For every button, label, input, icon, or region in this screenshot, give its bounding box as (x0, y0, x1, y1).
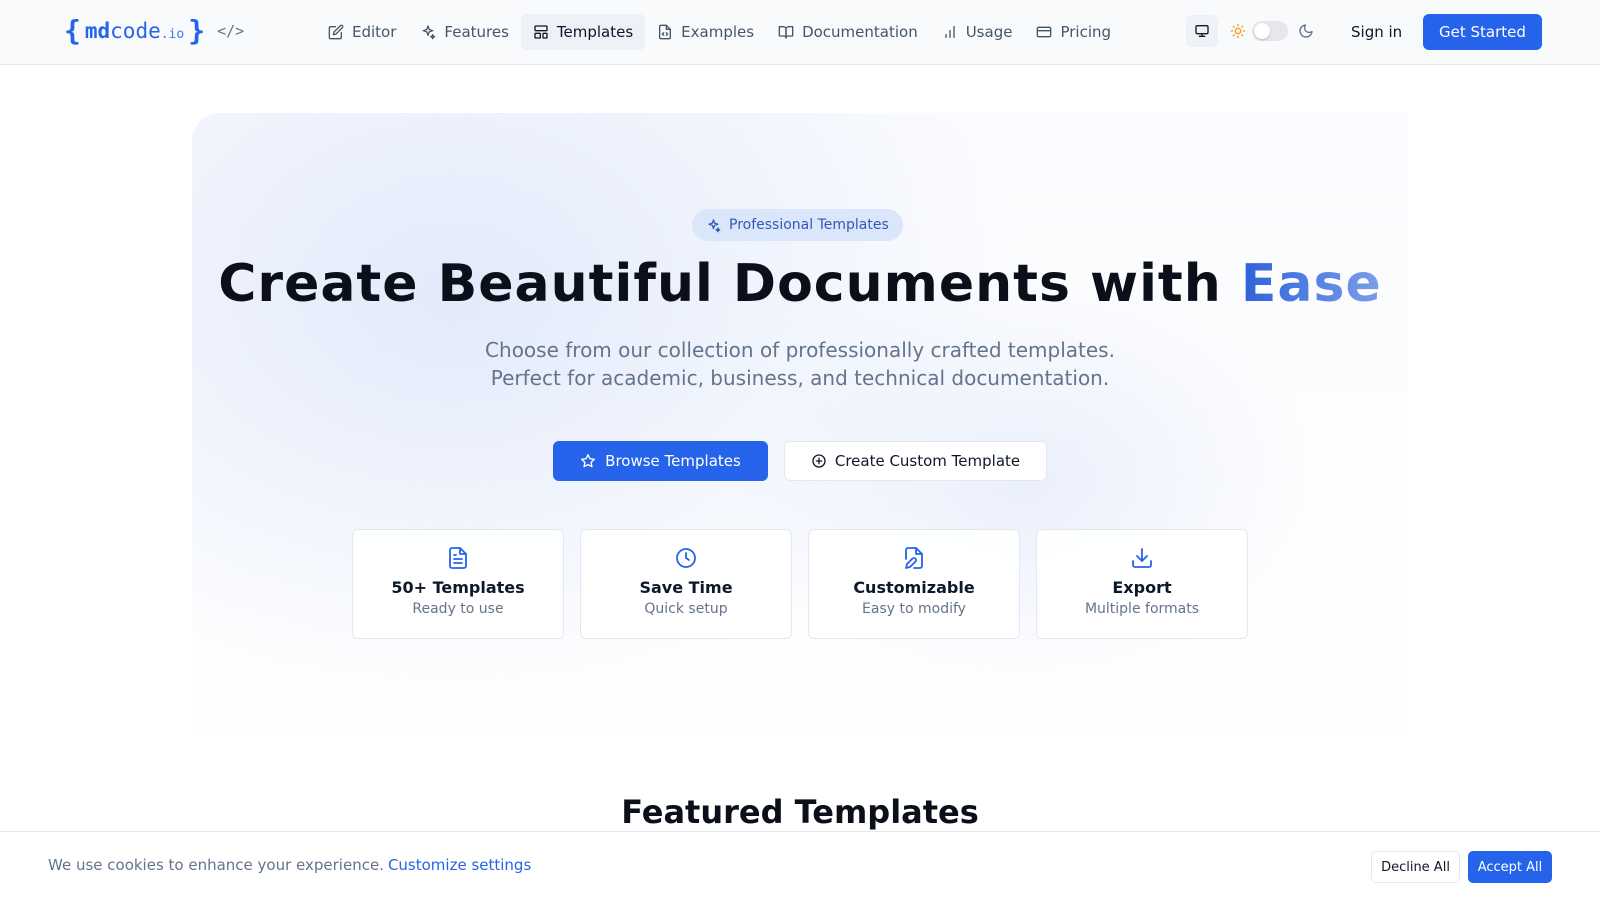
hero-title-main: Create Beautiful Documents with (218, 254, 1241, 314)
system-theme-button[interactable] (1186, 15, 1218, 47)
cookie-message-text: We use cookies to enhance your experienc… (48, 856, 384, 874)
nav-item-examples[interactable]: Examples (645, 14, 766, 50)
book-open-icon (778, 26, 794, 39)
create-custom-template-button[interactable]: Create Custom Template (784, 441, 1047, 481)
hero-subtitle-line-1: Choose from our collection of profession… (485, 338, 1115, 362)
customize-settings-link[interactable]: Customize settings (388, 856, 531, 874)
file-edit-icon (905, 547, 923, 569)
file-code-icon (659, 24, 672, 40)
feature-card-subtitle: Ready to use (412, 601, 504, 617)
sparkles-icon (423, 25, 436, 40)
logo-open-brace: { (64, 14, 81, 47)
feature-card-subtitle: Easy to modify (862, 601, 966, 617)
logo-code-tag: </> (217, 22, 245, 40)
sparkles-icon (708, 218, 721, 232)
pencil-square-icon (328, 24, 344, 40)
cookie-banner: We use cookies to enhance your experienc… (0, 831, 1600, 900)
clock-icon (676, 548, 696, 568)
nav-item-label: Examples (681, 23, 755, 41)
monitor-icon (1195, 24, 1209, 37)
feature-card-subtitle: Multiple formats (1084, 601, 1200, 617)
nav-item-templates[interactable]: Templates (520, 14, 646, 50)
nav-item-label: Features (444, 23, 509, 41)
hero-subtitle: Choose from our collection of profession… (0, 336, 1600, 392)
nav-item-label: Documentation (802, 23, 918, 41)
hero-title: Create Beautiful Documents with Ease (0, 254, 1600, 314)
decline-all-button[interactable]: Decline All (1371, 851, 1460, 883)
site-logo[interactable]: { md code .io } </> (64, 14, 244, 48)
nav-item-usage[interactable]: Usage (930, 14, 1025, 50)
layout-icon (534, 25, 548, 39)
download-icon (1132, 548, 1152, 568)
feature-card-title: 50+ Templates (391, 578, 525, 597)
toggle-knob (1254, 23, 1270, 39)
theme-controls (1186, 15, 1314, 47)
feature-card-title: Export (1112, 578, 1172, 597)
nav-item-label: Editor (352, 23, 397, 41)
hero-background (192, 113, 1408, 735)
browse-templates-button[interactable]: Browse Templates (553, 441, 768, 481)
nav-item-label: Pricing (1060, 23, 1112, 41)
browse-templates-label: Browse Templates (605, 452, 741, 470)
badge-label: Professional Templates (729, 217, 889, 233)
feature-card-title: Customizable (853, 578, 975, 597)
logo-code: code (110, 19, 161, 43)
star-icon (581, 454, 596, 468)
plus-circle-icon (812, 454, 826, 468)
top-navbar: { md code .io } </> Editor Features Temp… (0, 0, 1600, 65)
logo-close-brace: } (188, 14, 206, 47)
sun-icon (1230, 23, 1246, 39)
feature-card-title: Save Time (639, 578, 733, 597)
accept-all-button[interactable]: Accept All (1468, 851, 1552, 883)
nav-item-label: Templates (556, 23, 634, 41)
nav-item-editor[interactable]: Editor (316, 14, 408, 50)
nav-item-features[interactable]: Features (408, 14, 521, 50)
get-started-button[interactable]: Get Started (1423, 14, 1542, 50)
dark-mode-toggle[interactable] (1252, 21, 1288, 41)
feature-card-subtitle: Quick setup (644, 601, 728, 617)
moon-icon (1298, 23, 1314, 39)
nav-item-label: Usage (965, 23, 1013, 41)
feature-card-customizable: Customizable Easy to modify (808, 529, 1020, 639)
feature-card-export: Export Multiple formats (1036, 529, 1248, 639)
sign-in-button[interactable]: Sign in (1339, 14, 1414, 50)
credit-card-icon (1037, 26, 1052, 38)
feature-cards: 50+ Templates Ready to use Save Time Qui… (352, 529, 1248, 639)
nav-item-pricing[interactable]: Pricing (1024, 14, 1123, 50)
bar-chart-icon (945, 26, 955, 38)
hero-title-accent: Ease (1240, 254, 1382, 314)
professional-templates-badge: Professional Templates (692, 209, 903, 241)
feature-card-templates: 50+ Templates Ready to use (352, 529, 564, 639)
main-nav: Editor Features Templates Examples Docum… (316, 14, 1123, 50)
logo-md: md (84, 19, 111, 43)
create-custom-template-label: Create Custom Template (834, 452, 1021, 470)
cookie-message: We use cookies to enhance your experienc… (48, 856, 531, 874)
hero-subtitle-line-2: Perfect for academic, business, and tech… (490, 366, 1110, 390)
document-icon (449, 547, 467, 569)
featured-templates-heading: Featured Templates (621, 793, 979, 831)
nav-item-documentation[interactable]: Documentation (766, 14, 930, 50)
logo-tld: .io (160, 26, 185, 42)
feature-card-save-time: Save Time Quick setup (580, 529, 792, 639)
